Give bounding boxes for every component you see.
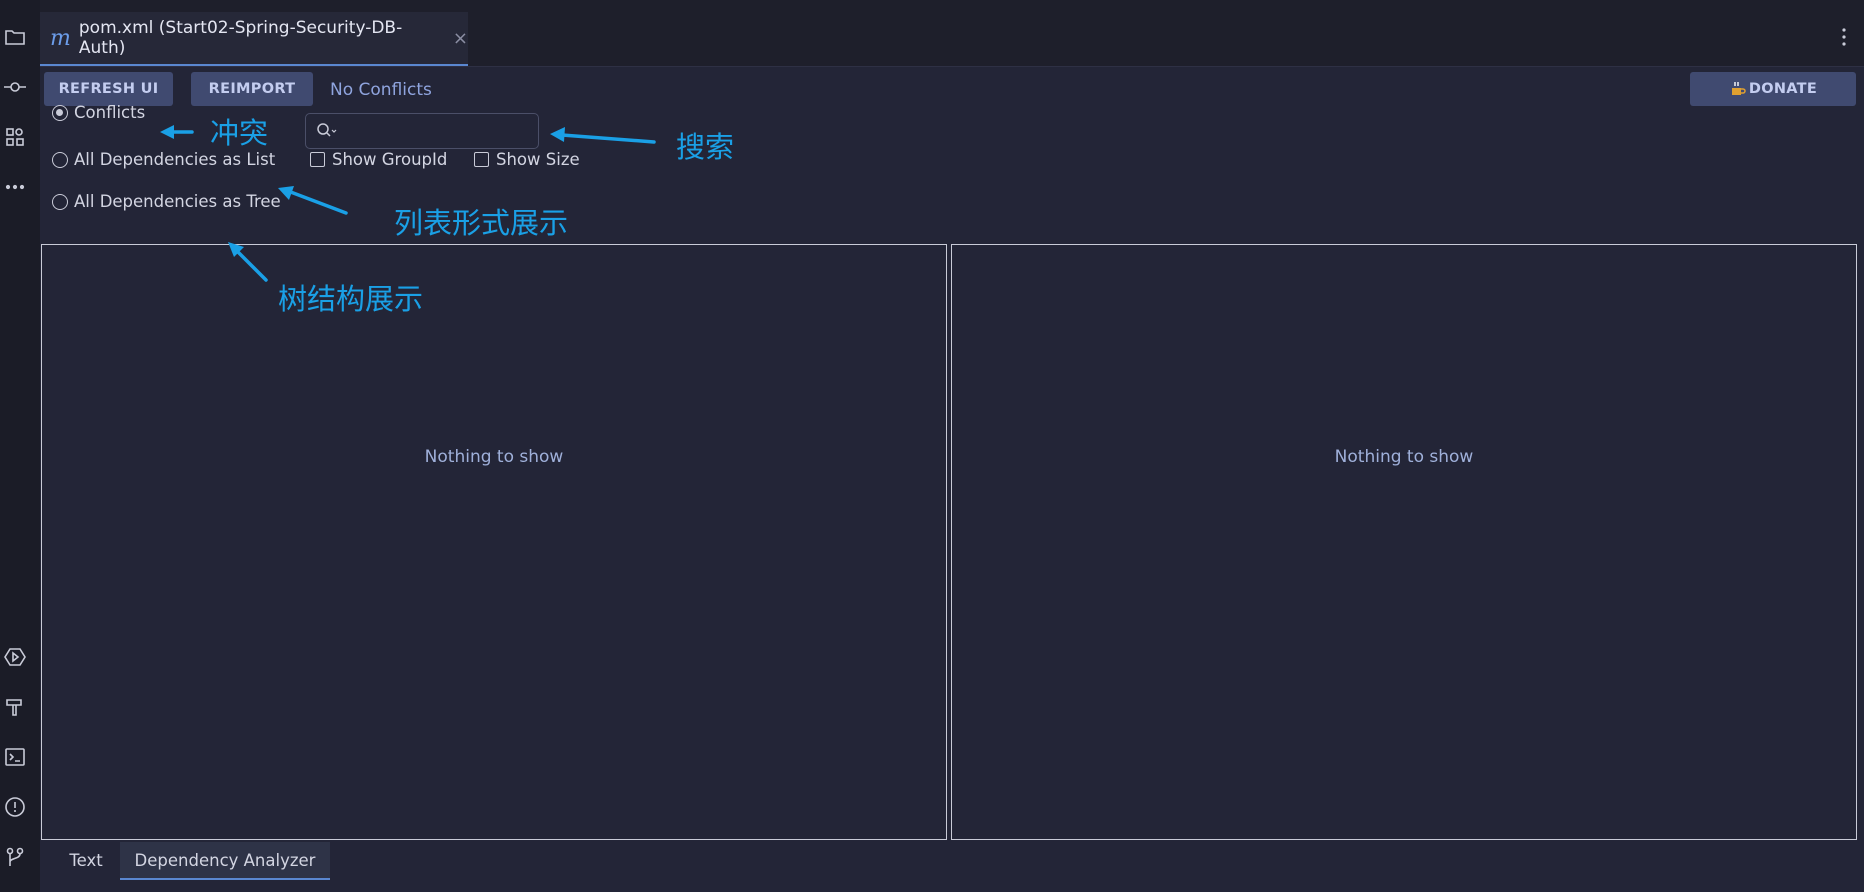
annotation-conflicts: 冲突 <box>210 116 269 150</box>
show-groupid-checkbox[interactable]: Show GroupId <box>310 150 447 169</box>
donate-button[interactable]: DONATE <box>1690 72 1856 106</box>
empty-state-text: Nothing to show <box>1334 447 1474 467</box>
search-icon <box>317 123 337 137</box>
editor-tab-pom[interactable]: m pom.xml (Start02-Spring-Security-DB-Au… <box>40 12 468 66</box>
radio-unselected[interactable] <box>52 151 68 168</box>
show-size-checkbox[interactable]: Show Size <box>474 150 580 169</box>
problems-icon[interactable] <box>2 794 28 820</box>
search-field[interactable] <box>305 113 539 149</box>
show-size-label: Show Size <box>496 150 580 169</box>
conflict-status: No Conflicts <box>330 80 432 100</box>
tab-text[interactable]: Text <box>58 842 114 878</box>
build-hammer-icon[interactable] <box>2 694 28 720</box>
radio-selected[interactable] <box>52 104 68 121</box>
more-tools-icon[interactable] <box>2 174 28 200</box>
checkbox-unchecked[interactable] <box>310 152 325 167</box>
annotation-search: 搜索 <box>676 130 735 164</box>
editor-area: m pom.xml (Start02-Spring-Security-DB-Au… <box>40 12 1864 892</box>
maven-icon: m <box>50 25 71 51</box>
bottom-tab-bar: Text Dependency Analyzer <box>40 842 1864 882</box>
empty-state-text: Nothing to show <box>424 447 564 467</box>
conflicts-radio[interactable]: Conflicts <box>52 103 145 122</box>
annotation-list: 列表形式展示 <box>394 206 569 240</box>
donate-label: DONATE <box>1748 81 1818 97</box>
editor-tab-label: pom.xml (Start02-Spring-Security-DB-Auth… <box>78 18 403 58</box>
tree-label: All Dependencies as Tree <box>74 192 281 211</box>
dependency-detail-pane[interactable]: Nothing to show <box>951 244 1857 840</box>
coffee-icon <box>1731 82 1746 95</box>
list-label: All Dependencies as List <box>74 150 276 169</box>
annotation-tree: 树结构展示 <box>278 282 424 316</box>
structure-icon[interactable] <box>2 124 28 150</box>
analyzer-toolbar: REFRESH UI REIMPORT No Conflicts DONATE <box>40 66 1864 116</box>
close-icon[interactable]: × <box>453 28 468 49</box>
refresh-ui-button[interactable]: REFRESH UI <box>44 72 173 106</box>
list-radio[interactable]: All Dependencies as List <box>52 150 275 169</box>
reimport-button[interactable]: REIMPORT <box>191 72 313 106</box>
more-vertical-icon[interactable] <box>1838 26 1850 48</box>
commit-icon[interactable] <box>2 74 28 100</box>
git-branch-icon[interactable] <box>2 844 28 870</box>
dependency-list-pane[interactable]: Nothing to show <box>41 244 947 840</box>
tree-radio[interactable]: All Dependencies as Tree <box>52 192 281 211</box>
checkbox-unchecked[interactable] <box>474 152 489 167</box>
show-groupid-label: Show GroupId <box>332 150 448 169</box>
terminal-icon[interactable] <box>2 744 28 770</box>
radio-unselected[interactable] <box>52 193 68 210</box>
services-icon[interactable] <box>2 644 28 670</box>
conflicts-label: Conflicts <box>74 103 146 122</box>
tool-window-strip <box>0 0 40 892</box>
tab-dependency-analyzer[interactable]: Dependency Analyzer <box>120 842 330 880</box>
project-folder-icon[interactable] <box>2 24 28 50</box>
editor-tab-bar: m pom.xml (Start02-Spring-Security-DB-Au… <box>40 12 1864 67</box>
